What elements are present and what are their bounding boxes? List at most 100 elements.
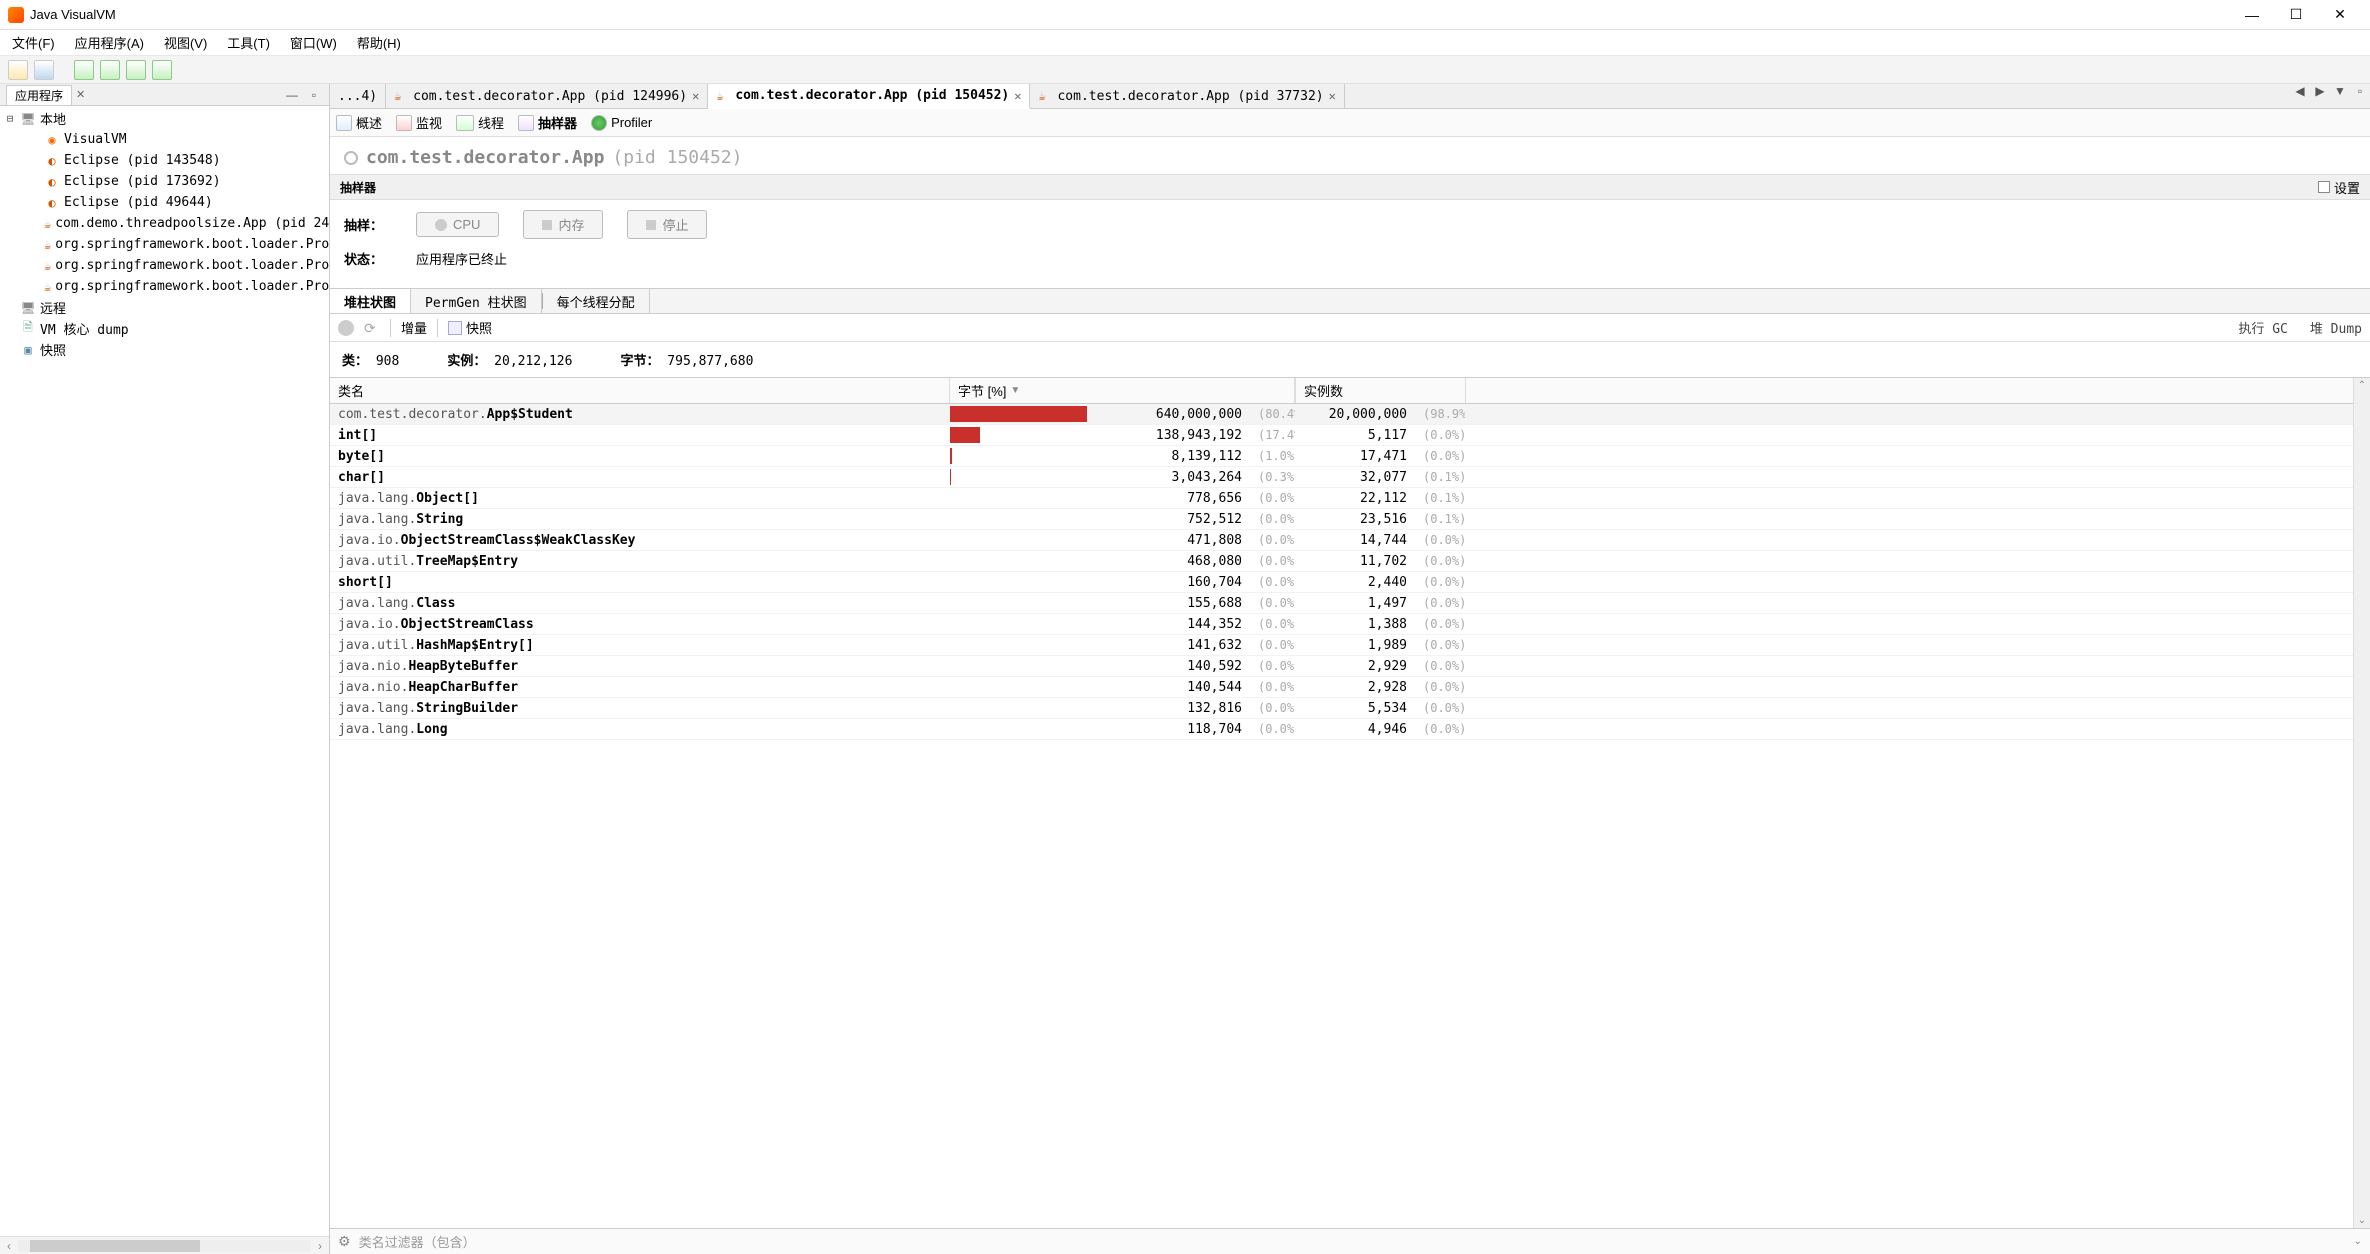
col-instances[interactable]: 实例数 (1296, 378, 1466, 403)
col-bytes-pct[interactable]: 字节 [%]▼ (950, 378, 1295, 403)
subtab-threads[interactable]: 线程 (456, 113, 504, 132)
tab-app-1[interactable]: com.test.decorator.App (pid 124996)✕ (386, 84, 708, 108)
cell-classname: java.lang.Long (330, 722, 950, 737)
col-name[interactable]: 类名 (330, 378, 950, 403)
filter-icon[interactable]: ⚙ (338, 1233, 351, 1250)
tree-item-visualvm[interactable]: ◉VisualVM (0, 129, 329, 150)
tree-item-eclipse-3[interactable]: ◐Eclipse (pid 49644) (0, 192, 329, 213)
tab-close-icon[interactable]: ✕ (1329, 89, 1336, 103)
filter-dropdown-icon[interactable]: ⌄ (2354, 1236, 2362, 1247)
table-row[interactable]: java.lang.Object[]778,656(0.0%)22,112(0.… (330, 488, 2353, 509)
toolbar-open-icon[interactable] (8, 60, 28, 80)
tree-item-spring-3[interactable]: ☕org.springframework.boot.loader.Propert (0, 276, 329, 297)
table-row[interactable]: java.util.HashMap$Entry[]141,632(0.0%)1,… (330, 635, 2353, 656)
tab-app-3[interactable]: com.test.decorator.App (pid 37732)✕ (1030, 84, 1344, 108)
overview-icon (336, 115, 352, 131)
table-row[interactable]: java.lang.Class155,688(0.0%)1,497(0.0%) (330, 593, 2353, 614)
delta-button[interactable]: 增量 (401, 318, 427, 337)
tab-dropdown-icon[interactable]: ▼ (2330, 84, 2350, 108)
subtab-sampler[interactable]: 抽样器 (518, 113, 577, 132)
table-row[interactable]: com.test.decorator.App$Student640,000,00… (330, 404, 2353, 425)
tab-close-icon[interactable]: ✕ (1014, 89, 1021, 103)
tree-item-eclipse-1[interactable]: ◐Eclipse (pid 143548) (0, 150, 329, 171)
cell-inst-pct: (0.0%) (1415, 575, 1465, 589)
sidebar-tab-close-icon[interactable]: ✕ (76, 88, 85, 101)
toolbar-btn-3[interactable] (126, 60, 146, 80)
subtab-profiler[interactable]: Profiler (591, 115, 652, 131)
toolbar-save-icon[interactable] (34, 60, 54, 80)
minimize-button[interactable]: — (2230, 1, 2274, 29)
tab-nav-left-icon[interactable]: ◀ (2290, 84, 2310, 108)
snapshot-button[interactable]: 快照 (448, 318, 492, 337)
applications-tree[interactable]: ⊟🖥本地 ◉VisualVM ◐Eclipse (pid 143548) ◐Ec… (0, 106, 329, 1236)
tree-remote[interactable]: 🖥远程 (0, 297, 329, 318)
table-row[interactable]: java.nio.HeapByteBuffer140,592(0.0%)2,92… (330, 656, 2353, 677)
sidebar-h-scrollbar[interactable]: ‹ › (0, 1236, 329, 1254)
stop-button[interactable]: 停止 (627, 210, 707, 239)
table-row[interactable]: byte[]8,139,112(1.0%)17,471(0.0%) (330, 446, 2353, 467)
tree-item-spring-1[interactable]: ☕org.springframework.boot.loader.Propert (0, 234, 329, 255)
toolbar-btn-2[interactable] (100, 60, 120, 80)
table-row[interactable]: java.lang.StringBuilder132,816(0.0%)5,53… (330, 698, 2353, 719)
cell-bytes-pct: (0.0%) (1250, 680, 1295, 694)
filter-input[interactable]: 类名过滤器（包含） (359, 1232, 476, 1251)
tree-item-spring-2[interactable]: ☕org.springframework.boot.loader.Propert (0, 255, 329, 276)
tab-heap-histogram[interactable]: 堆柱状图 (330, 289, 411, 313)
tab-per-thread-alloc[interactable]: 每个线程分配 (543, 289, 650, 313)
sampler-icon (518, 115, 534, 131)
menu-tools[interactable]: 工具(T) (221, 31, 276, 54)
tree-coredump[interactable]: 🗎VM 核心 dump (0, 318, 329, 339)
tab-app-2[interactable]: com.test.decorator.App (pid 150452)✕ (708, 84, 1030, 109)
cpu-button[interactable]: CPU (416, 212, 499, 237)
menubar: 文件(F) 应用程序(A) 视图(V) 工具(T) 窗口(W) 帮助(H) (0, 30, 2370, 56)
tree-snapshot[interactable]: ▣快照 (0, 339, 329, 360)
subtab-monitor[interactable]: 监视 (396, 113, 442, 132)
close-button[interactable]: ✕ (2318, 1, 2362, 29)
tab-nav-right-icon[interactable]: ▶ (2310, 84, 2330, 108)
tab-maximize-icon[interactable]: ▫ (2350, 84, 2370, 108)
cell-inst-pct: (0.1%) (1415, 491, 1465, 505)
scroll-down-icon[interactable]: ⌄ (2358, 1215, 2366, 1226)
table-row[interactable]: java.io.ObjectStreamClass144,352(0.0%)1,… (330, 614, 2353, 635)
tree-item-eclipse-2[interactable]: ◐Eclipse (pid 173692) (0, 171, 329, 192)
settings-checkbox[interactable]: 设置 (2318, 178, 2360, 197)
pause-icon[interactable] (338, 320, 354, 336)
menu-apps[interactable]: 应用程序(A) (69, 31, 150, 54)
maximize-button[interactable]: ☐ (2274, 1, 2318, 29)
heapdump-link[interactable]: 堆 Dump (2310, 318, 2362, 337)
tab-more[interactable]: ...4) (330, 84, 386, 108)
table-row[interactable]: java.io.ObjectStreamClass$WeakClassKey47… (330, 530, 2353, 551)
sidebar-dock-icon[interactable]: ▫ (305, 88, 323, 102)
scroll-up-icon[interactable]: ⌃ (2358, 380, 2366, 391)
table-row[interactable]: short[]160,704(0.0%)2,440(0.0%) (330, 572, 2353, 593)
scroll-h-thumb[interactable] (30, 1240, 200, 1252)
menu-help[interactable]: 帮助(H) (351, 31, 407, 54)
table-row[interactable]: java.util.TreeMap$Entry468,080(0.0%)11,7… (330, 551, 2353, 572)
cell-bytes-pct: (1.0%) (1250, 449, 1295, 463)
tab-close-icon[interactable]: ✕ (692, 89, 699, 103)
gc-link[interactable]: 执行 GC (2238, 318, 2287, 337)
table-row[interactable]: char[]3,043,264(0.3%)32,077(0.1%) (330, 467, 2353, 488)
tab-permgen-histogram[interactable]: PermGen 柱状图 (411, 289, 542, 313)
subtab-overview[interactable]: 概述 (336, 113, 382, 132)
sidebar-tab-apps[interactable]: 应用程序 (6, 85, 72, 105)
sidebar-minimize-icon[interactable]: — (283, 88, 301, 102)
filter-bar: ⚙ 类名过滤器（包含） ⌄ (330, 1228, 2370, 1254)
menu-view[interactable]: 视图(V) (158, 31, 213, 54)
table-v-scrollbar[interactable]: ⌃ ⌄ (2353, 378, 2370, 1228)
toolbar-btn-4[interactable] (152, 60, 172, 80)
table-row[interactable]: int[]138,943,192(17.4%)5,117(0.0%) (330, 425, 2353, 446)
toolbar-btn-1[interactable] (74, 60, 94, 80)
menu-window[interactable]: 窗口(W) (284, 31, 343, 54)
memory-button[interactable]: 内存 (523, 210, 603, 239)
tree-item-threadpool[interactable]: ☕com.demo.threadpoolsize.App (pid 24116) (0, 213, 329, 234)
table-row[interactable]: java.nio.HeapCharBuffer140,544(0.0%)2,92… (330, 677, 2353, 698)
menu-file[interactable]: 文件(F) (6, 31, 61, 54)
refresh-icon[interactable]: ⟳ (364, 320, 380, 336)
cell-classname: char[] (330, 470, 950, 485)
scroll-right-icon[interactable]: › (311, 1239, 329, 1253)
scroll-left-icon[interactable]: ‹ (0, 1239, 18, 1253)
table-row[interactable]: java.lang.Long118,704(0.0%)4,946(0.0%) (330, 719, 2353, 740)
table-row[interactable]: java.lang.String752,512(0.0%)23,516(0.1%… (330, 509, 2353, 530)
tree-local[interactable]: ⊟🖥本地 (0, 108, 329, 129)
